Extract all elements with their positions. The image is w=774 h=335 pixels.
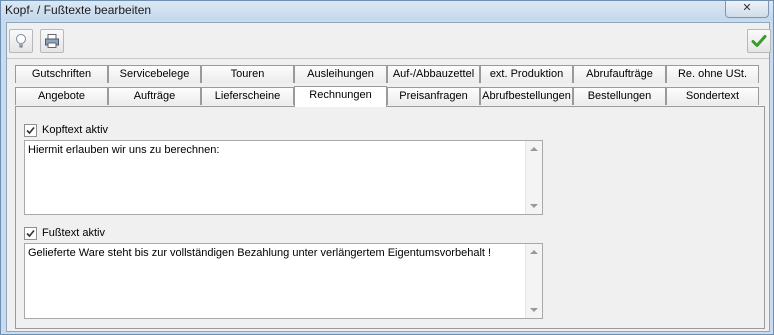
tab-gutschriften[interactable]: Gutschriften	[15, 65, 108, 83]
lightbulb-icon	[16, 34, 26, 48]
footer-checkbox-box[interactable]	[24, 226, 37, 240]
footer-enabled-checkbox[interactable]: Fußtext aktiv	[24, 226, 105, 240]
dialog-window: Kopf- / Fußtexte bearbeiten ✕ Gutschrift…	[0, 0, 774, 335]
tab-angebote[interactable]: Angebote	[15, 87, 108, 105]
footer-checkbox-label: Fußtext aktiv	[42, 227, 105, 239]
check-icon	[26, 229, 35, 237]
close-icon: ✕	[742, 2, 752, 14]
check-icon	[26, 126, 35, 134]
header-checkbox-label: Kopftext aktiv	[42, 124, 109, 136]
window-title: Kopf- / Fußtexte bearbeiten	[5, 3, 152, 17]
tab-servicebelege[interactable]: Servicebelege	[108, 65, 201, 83]
header-text-value[interactable]: Hiermit erlauben wir uns zu berechnen:	[28, 144, 522, 156]
close-button[interactable]: ✕	[725, 1, 769, 18]
header-enabled-checkbox[interactable]: Kopftext aktiv	[24, 123, 108, 137]
tab-auf-abbauzettel[interactable]: Auf-/Abbauzettel	[387, 65, 480, 83]
print-button[interactable]	[40, 29, 64, 53]
footer-text-scrollbar[interactable]	[525, 244, 542, 318]
tab-page-rechnungen: Kopftext aktiv Hiermit erlauben wir uns …	[15, 106, 765, 329]
scroll-down-icon[interactable]	[530, 204, 538, 208]
tab-sondertext[interactable]: Sondertext	[666, 87, 759, 105]
scroll-up-icon[interactable]	[530, 250, 538, 254]
hint-button[interactable]	[9, 29, 33, 53]
toolbar	[7, 23, 771, 59]
tab-touren[interactable]: Touren	[201, 65, 294, 83]
dialog-body: Gutschriften Servicebelege Touren Auslei…	[6, 22, 771, 332]
printer-icon	[45, 34, 59, 48]
tab-abrufbestellungen[interactable]: Abrufbestellungen	[480, 87, 573, 105]
scroll-down-icon[interactable]	[530, 308, 538, 312]
scroll-up-icon[interactable]	[530, 147, 538, 151]
tab-re-ohne-ust[interactable]: Re. ohne USt.	[666, 65, 759, 83]
tab-lieferscheine[interactable]: Lieferscheine	[201, 87, 294, 105]
tab-bestellungen[interactable]: Bestellungen	[573, 87, 666, 105]
tab-preisanfragen[interactable]: Preisanfragen	[387, 87, 480, 105]
header-text-scrollbar[interactable]	[525, 141, 542, 214]
header-checkbox-box[interactable]	[24, 123, 37, 137]
tab-control: Gutschriften Servicebelege Touren Auslei…	[15, 65, 765, 329]
tab-abrufauftraege[interactable]: Abrufaufträge	[573, 65, 666, 83]
tab-ausleihungen[interactable]: Ausleihungen	[294, 65, 387, 83]
title-bar[interactable]: Kopf- / Fußtexte bearbeiten ✕	[1, 1, 773, 20]
tab-auftraege[interactable]: Aufträge	[108, 87, 201, 105]
footer-text-value[interactable]: Gelieferte Ware steht bis zur vollständi…	[28, 247, 522, 259]
footer-text-field[interactable]: Gelieferte Ware steht bis zur vollständi…	[24, 243, 543, 319]
header-text-field[interactable]: Hiermit erlauben wir uns zu berechnen:	[24, 140, 543, 215]
tab-ext-produktion[interactable]: ext. Produktion	[480, 65, 573, 83]
confirm-button[interactable]	[747, 29, 771, 53]
tab-rechnungen[interactable]: Rechnungen	[294, 86, 387, 107]
checkmark-icon	[751, 35, 767, 47]
